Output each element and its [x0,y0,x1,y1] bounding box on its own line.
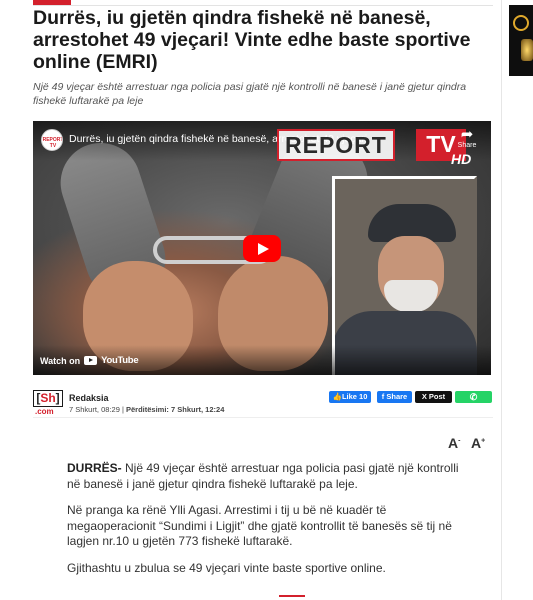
x-post-button[interactable]: X Post [415,391,452,403]
updated-date: 7 Shkurt, 12:24 [168,405,225,414]
site-logo[interactable]: [Sh] .com [33,390,63,416]
article-paragraph: Gjithashtu u zbulua se 49 vjeçari vinte … [67,560,386,575]
site-logo-domain: .com [35,407,54,416]
paragraph-text: Një 49 vjeçar është arrestuar nga polici… [67,461,459,491]
article-paragraph: DURRËS- Një 49 vjeçar është arrestuar ng… [67,461,467,492]
article-lead: Një 49 vjeçar është arrestuar nga polici… [33,81,467,107]
top-strip [33,0,493,6]
font-increase-sign: + [481,437,486,445]
share-arrow-icon: ➦ [460,126,474,143]
font-increase-button[interactable]: A+ [471,435,485,451]
youtube-wordmark: YouTube [101,355,139,366]
ad-graphic [513,15,529,31]
article-paragraph: Në pranga ka rënë Ylli Agasi. Arrestimi … [67,503,452,548]
watch-on-youtube-link[interactable]: Watch on YouTube [40,355,139,366]
article-meta: [Sh] .com Redaksia 7 Shkurt, 08:29 | Për… [33,384,493,418]
font-increase-letter: A [471,435,482,451]
column-divider [501,0,502,600]
dateline: DURRËS- [67,461,122,475]
published-date: 7 Shkurt, 08:29 | [69,405,126,414]
whatsapp-icon: ✆ [469,392,478,402]
facebook-share-label: Share [386,392,408,401]
play-button-icon[interactable] [243,235,281,262]
x-icon: X [421,392,429,401]
font-decrease-button[interactable]: A- [448,435,460,451]
youtube-video-embed[interactable]: REPORT TV Durrës, iu gjetën qindra fishe… [33,121,491,375]
share-label: Share [457,142,477,149]
video-share-button[interactable]: ➦ Share [452,127,482,149]
logo-hd-text: HD [451,151,472,167]
publish-dates: 7 Shkurt, 08:29 | Përditësimi: 7 Shkurt,… [69,405,224,414]
brand-accent-bar [33,0,71,5]
site-logo-box: [Sh] [33,390,63,407]
article-title: Durrës, iu gjetën qindra fishekë në bane… [33,7,471,73]
channel-avatar-icon[interactable]: REPORT TV [41,129,63,151]
watch-on-text: Watch on [40,355,81,366]
logo-report-text: REPORT [277,129,395,161]
whatsapp-share-button[interactable]: ✆ [455,391,492,403]
side-advertisement[interactable] [509,5,533,76]
facebook-like-button[interactable]: 👍Like 10 [329,391,371,403]
font-decrease-sign: - [458,437,461,445]
updated-label: Përditësimi: [125,405,169,414]
facebook-like-icon: 👍 [332,392,342,401]
x-post-label: Post [428,392,446,401]
site-logo-text: Sh [40,391,56,405]
ad-graphic-light [521,39,533,61]
facebook-share-button[interactable]: f Share [377,391,412,403]
footer-logo-partial [279,595,305,600]
youtube-icon [84,356,98,365]
article-body: DURRËS- Një 49 vjeçar është arrestuar ng… [67,461,467,587]
author-name[interactable]: Redaksia [69,393,109,403]
channel-avatar-text: REPORT TV [42,137,63,149]
facebook-like-label: Like 10 [341,392,368,401]
font-decrease-letter: A [448,435,459,451]
